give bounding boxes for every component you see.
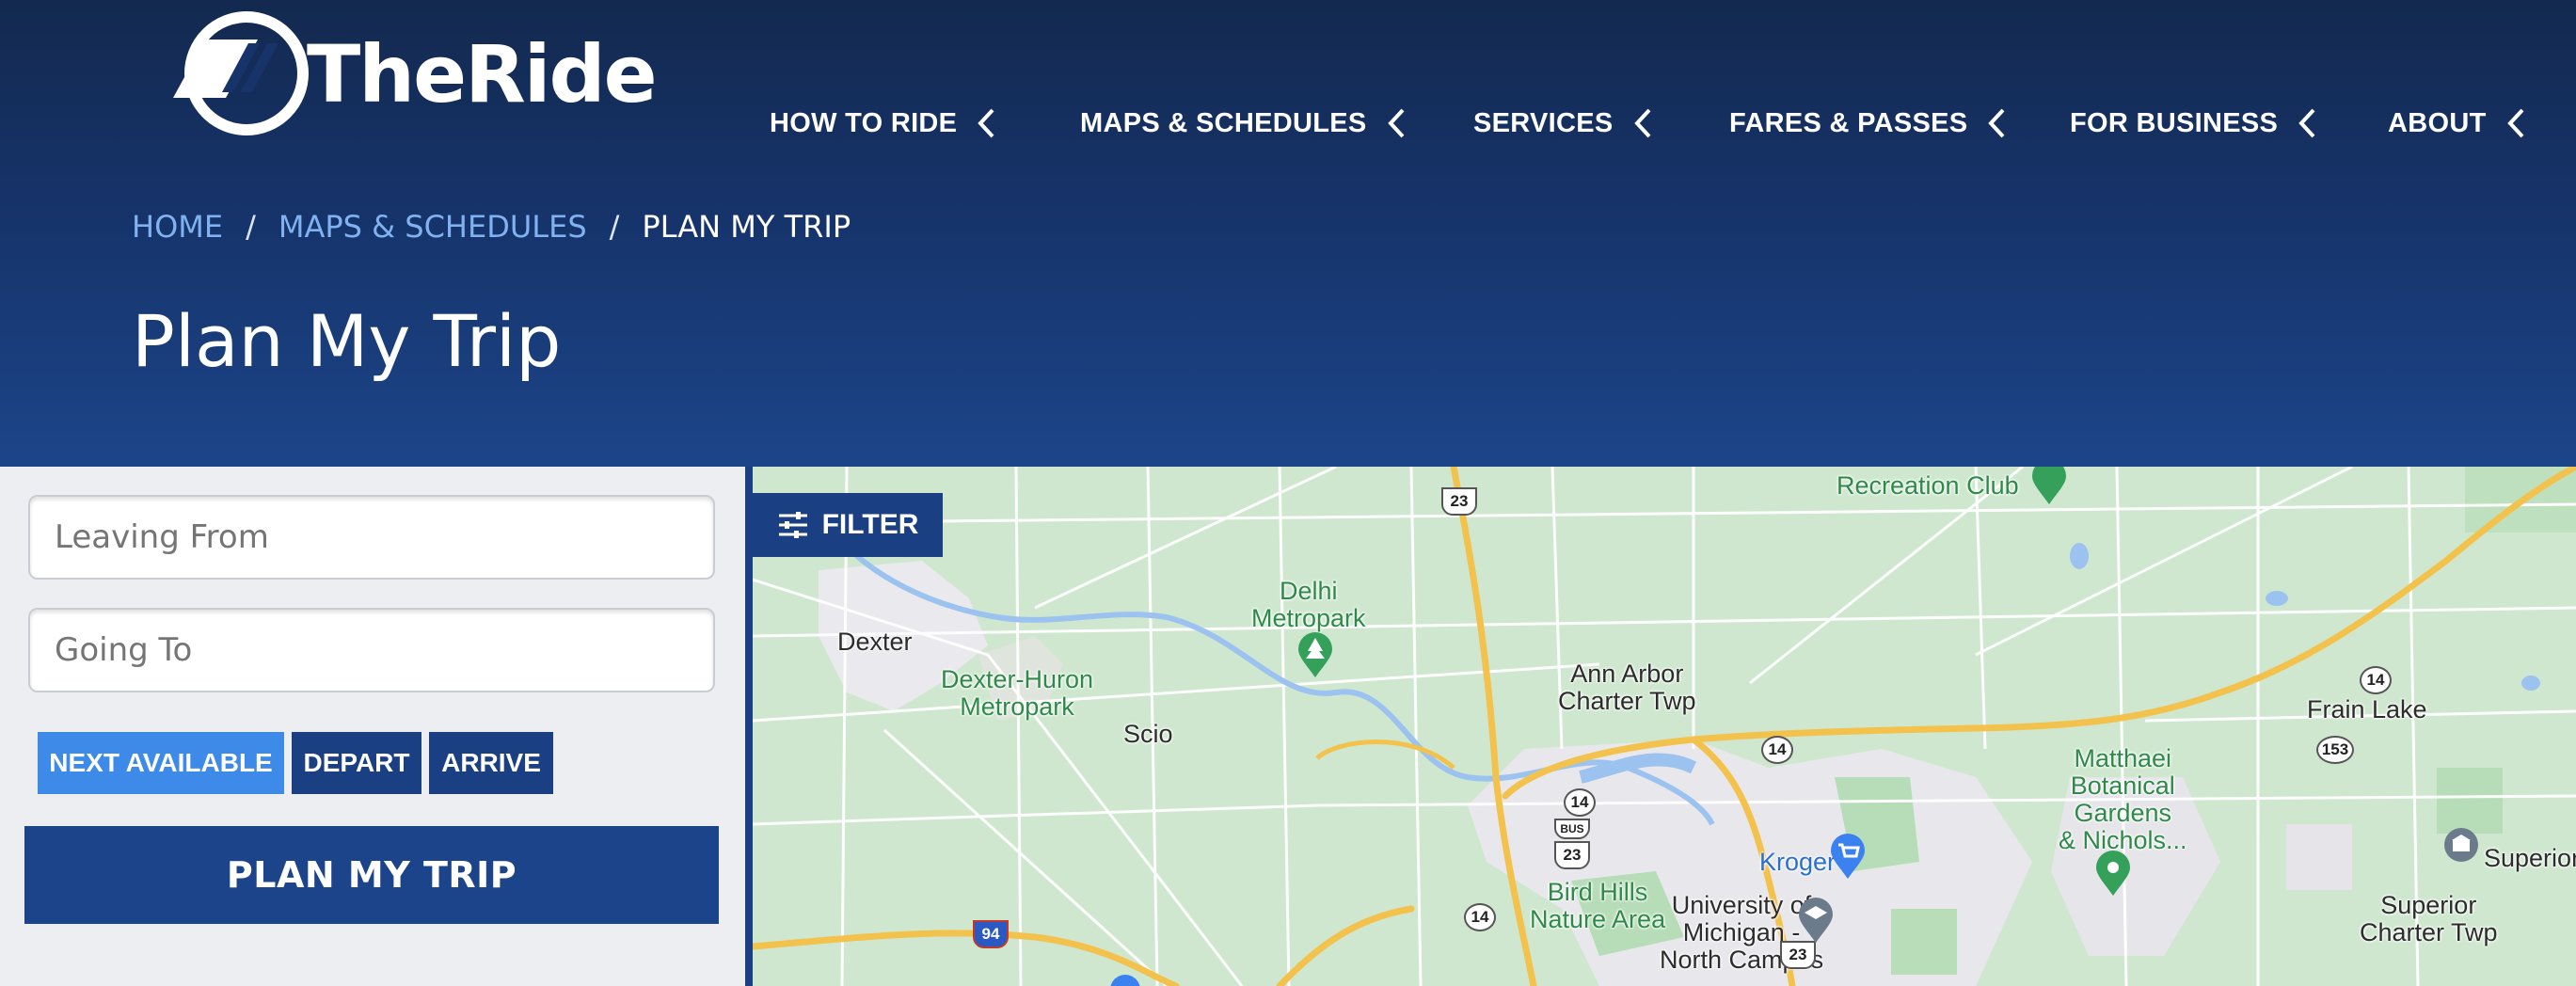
page-title: Plan My Trip: [132, 299, 562, 383]
building-pin-icon[interactable]: [2442, 826, 2480, 873]
map-label-kroger: Kroger: [1759, 848, 1837, 876]
map-label-dexter: Dexter: [837, 628, 913, 656]
breadcrumb-current: PLAN MY TRIP: [642, 209, 851, 245]
chevron-left-icon: [2506, 108, 2524, 138]
map-label-bird-hills: Bird Hills Nature Area: [1530, 878, 1666, 933]
nav-label: FOR BUSINESS: [2070, 107, 2279, 138]
m14-shield: 14: [1464, 903, 1496, 931]
plan-my-trip-button[interactable]: PLAN MY TRIP: [24, 826, 719, 924]
breadcrumb-maps-link[interactable]: MAPS & SCHEDULES: [278, 209, 587, 245]
chevron-left-icon: [1633, 108, 1651, 138]
m14-shield: 14: [2360, 666, 2392, 694]
map-label-frain-lake: Frain Lake: [2307, 695, 2427, 724]
tree-pin-icon[interactable]: [1296, 632, 1334, 679]
chevron-left-icon: [1387, 108, 1404, 138]
breadcrumb: HOME / MAPS & SCHEDULES / PLAN MY TRIP: [132, 209, 851, 245]
nav-label: MAPS & SCHEDULES: [1080, 107, 1367, 138]
nav-fares-passes[interactable]: FARES & PASSES: [1729, 102, 2007, 145]
golf-pin-icon[interactable]: [2030, 467, 2068, 506]
nav-label: FARES & PASSES: [1729, 107, 1968, 138]
map-label-ann-arbor-twp: Ann Arbor Charter Twp: [1558, 660, 1696, 715]
m14-shield: 14: [1761, 736, 1793, 764]
us23-shield: 23: [1554, 841, 1590, 869]
breadcrumb-separator: /: [246, 209, 256, 245]
chevron-left-icon: [1988, 108, 2005, 138]
us23-shield: 23: [1780, 941, 1816, 969]
chevron-left-icon: [978, 108, 994, 138]
nav-for-business[interactable]: FOR BUSINESS: [2070, 102, 2317, 145]
cart-pin-icon[interactable]: [1829, 834, 1867, 881]
breadcrumb-home-link[interactable]: HOME: [132, 209, 223, 245]
theride-logo[interactable]: TheRide: [167, 8, 658, 135]
map-label-dexter-huron: Dexter-Huron Metropark: [941, 665, 1094, 721]
map-label-delhi-metropark: Delhi Metropark: [1251, 577, 1366, 632]
map-label-superior-twp: Superior Charter Twp: [2360, 891, 2498, 946]
chevron-left-icon: [2298, 108, 2315, 138]
flower-pin-icon[interactable]: [2094, 851, 2132, 898]
map-label-matthaei: Matthaei Botanical Gardens & Nichols...: [2059, 744, 2187, 854]
location-dot-icon[interactable]: [1108, 973, 1142, 986]
nav-label: ABOUT: [2388, 107, 2487, 138]
leaving-from-input[interactable]: [28, 495, 715, 580]
sliders-icon: [778, 512, 807, 538]
map-label-scio: Scio: [1123, 720, 1173, 748]
nav-about[interactable]: ABOUT: [2388, 102, 2526, 145]
going-to-input[interactable]: [28, 608, 715, 692]
map-label-recreation-club: Recreation Club: [1837, 471, 2019, 500]
trip-map[interactable]: Recreation Club Dexter Delhi Metropark D…: [753, 467, 2576, 986]
arrive-button[interactable]: ARRIVE: [429, 732, 553, 794]
nav-services[interactable]: SERVICES: [1473, 102, 1653, 145]
filter-button[interactable]: FILTER: [753, 493, 943, 557]
filter-label: FILTER: [821, 509, 919, 540]
nav-label: HOW TO RIDE: [770, 107, 958, 138]
panel-divider: [745, 467, 753, 986]
theride-logo-icon: [173, 11, 309, 135]
us23-shield: 23: [1441, 487, 1477, 516]
nav-how-to-ride[interactable]: HOW TO RIDE: [770, 102, 996, 145]
i94-shield: 94: [973, 920, 1009, 948]
nav-label: SERVICES: [1473, 107, 1614, 138]
m153-shield: 153: [2316, 736, 2354, 764]
m14-shield: 14: [1564, 788, 1596, 817]
breadcrumb-separator: /: [609, 209, 620, 245]
site-header: TheRide HOW TO RIDE MAPS & SCHEDULES SER…: [0, 0, 2576, 467]
brand-name: TheRide: [307, 28, 658, 120]
bus-shield: BUS: [1554, 819, 1590, 839]
map-label-superior: Superior: [2484, 844, 2576, 872]
graduation-cap-pin-icon[interactable]: [1797, 898, 1835, 945]
next-available-button[interactable]: NEXT AVAILABLE: [38, 732, 284, 794]
depart-button[interactable]: DEPART: [292, 732, 421, 794]
nav-maps-schedules[interactable]: MAPS & SCHEDULES: [1080, 102, 1407, 145]
